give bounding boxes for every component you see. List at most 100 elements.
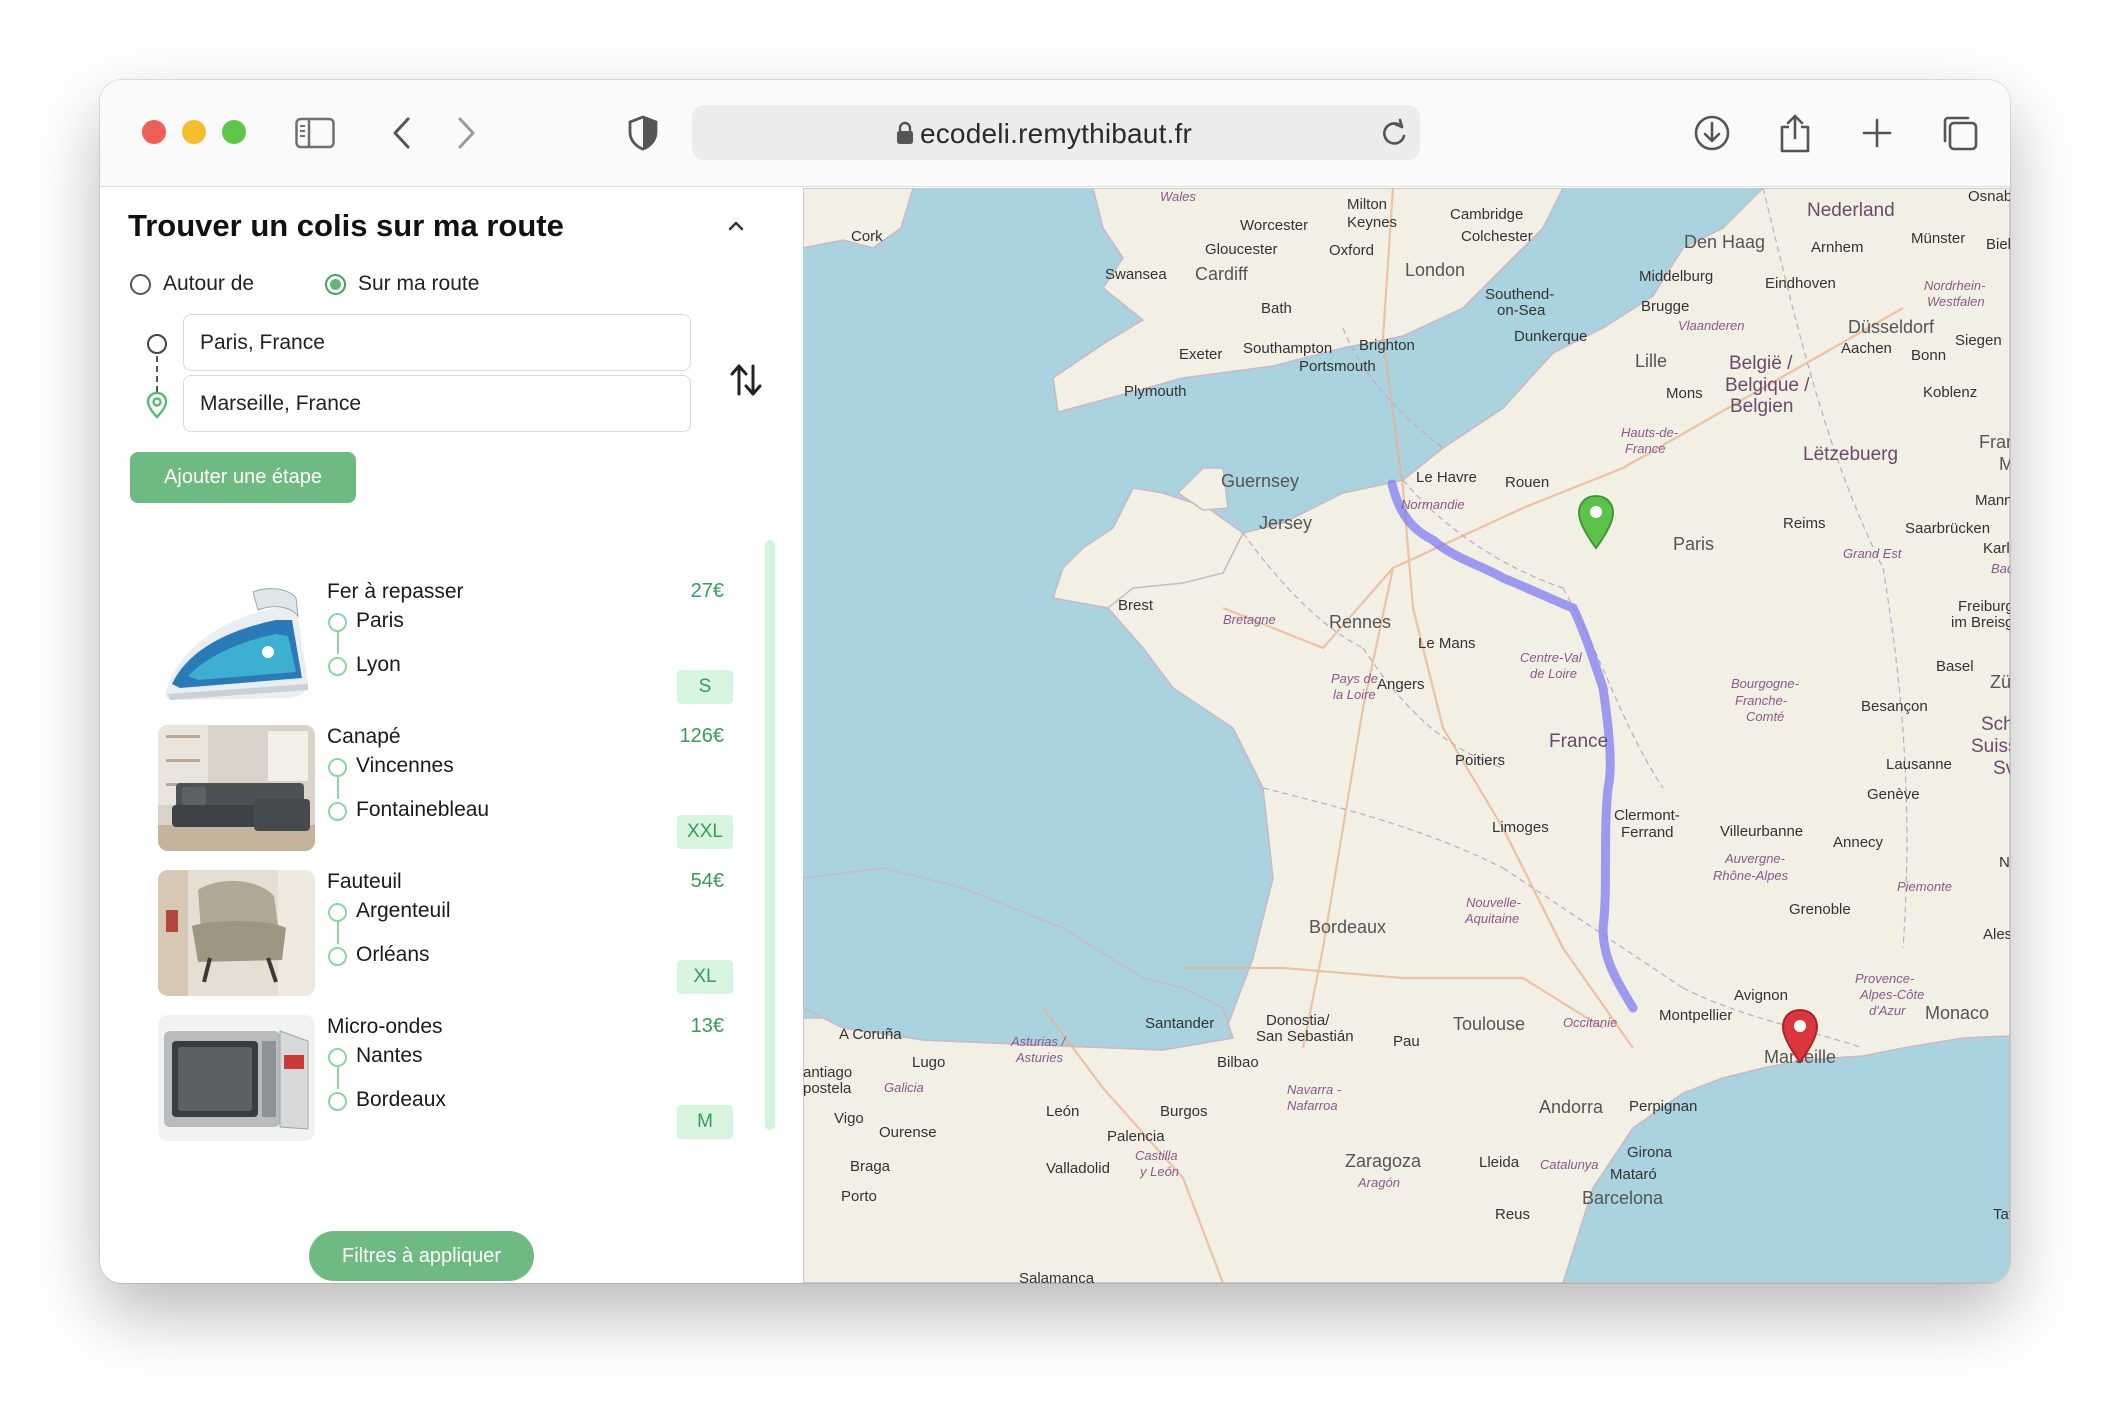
origin-dot-icon: [328, 1048, 347, 1067]
map-label: Rennes: [1329, 612, 1392, 632]
map-label: Belgique /: [1725, 375, 1810, 396]
map-label: Perpignan: [1629, 1098, 1698, 1115]
radio-on-route-button[interactable]: [325, 273, 346, 295]
route-line: [337, 1067, 339, 1089]
map-label: Poitiers: [1455, 752, 1506, 769]
radio-around[interactable]: Autour de: [130, 272, 254, 296]
map-label: Koblenz: [1923, 384, 1978, 401]
parcel-to: Bordeaux: [356, 1088, 446, 1111]
route-map[interactable]: Wales Cork Worcester Milton Keynes Cambr…: [803, 188, 2010, 1283]
map-label: Cambridge: [1450, 206, 1524, 223]
parcel-image-sofa: [158, 725, 315, 851]
route-line: [337, 922, 339, 944]
download-icon[interactable]: [1692, 113, 1732, 153]
map-label: Plymouth: [1124, 383, 1187, 400]
map-label: im Breisgau: [1951, 614, 2010, 631]
radio-on-route[interactable]: Sur ma route: [325, 272, 479, 296]
map-label: Bath: [1261, 300, 1292, 317]
map-label: Pau: [1393, 1033, 1420, 1050]
parcel-size-badge: XXL: [677, 815, 733, 849]
parcel-from: Vincennes: [356, 754, 454, 777]
share-icon[interactable]: [1775, 113, 1815, 153]
chevron-up-icon[interactable]: [724, 214, 748, 238]
parcel-card[interactable]: Fer à repasser Paris Lyon 27€ S: [100, 580, 802, 708]
parcel-title: Fer à repasser: [327, 580, 464, 603]
map-label: Bad: [1991, 561, 2010, 576]
map-label: Salamanca: [1019, 1270, 1095, 1283]
reload-icon[interactable]: [1380, 118, 1408, 153]
tabs-overview-icon[interactable]: [1940, 113, 1980, 153]
map-label: Girona: [1627, 1144, 1673, 1161]
map-label: León: [1046, 1103, 1080, 1120]
map-label: Provence-: [1855, 971, 1915, 986]
parcel-card[interactable]: Micro-ondes Nantes Bordeaux 13€ M: [100, 1015, 802, 1143]
minimize-window-button[interactable]: [182, 120, 206, 144]
route-line: [337, 777, 339, 799]
parcel-card[interactable]: Canapé Vincennes Fontainebleau 126€ XXL: [100, 725, 802, 853]
map-label: y León: [1140, 1164, 1180, 1179]
map-label: Asturias /: [1011, 1034, 1066, 1049]
map-label: Hauts-de-: [1621, 425, 1679, 440]
swap-route-icon[interactable]: [727, 361, 765, 399]
parcel-to: Lyon: [356, 653, 401, 676]
map-label: Limoges: [1492, 819, 1549, 836]
map-label: Worcester: [1240, 217, 1309, 234]
map-label: Tat: [1993, 1206, 2010, 1223]
zoom-window-button[interactable]: [222, 120, 246, 144]
radio-around-button[interactable]: [130, 273, 151, 295]
map-label: Zaragoza: [1345, 1151, 1422, 1171]
apply-filters-button[interactable]: Filtres à appliquer: [309, 1231, 534, 1281]
map-label-paris: Paris: [1673, 534, 1715, 554]
map-label: Lugo: [912, 1054, 946, 1071]
map-label: Biel: [1986, 236, 2010, 253]
add-stop-button[interactable]: Ajouter une étape: [130, 452, 356, 503]
origin-input[interactable]: Paris, France: [183, 314, 691, 371]
map-label: de Loire: [1530, 666, 1577, 681]
map-label: Eindhoven: [1765, 275, 1836, 292]
destination-dot-icon: [328, 802, 347, 821]
sidebar-icon[interactable]: [295, 113, 335, 153]
map-label: Colchester: [1461, 228, 1533, 245]
map-label: Bretagne: [1223, 612, 1276, 627]
map-label: Normandie: [1401, 497, 1465, 512]
map-label: Middelburg: [1639, 268, 1714, 285]
map-label: San Sebastián: [1256, 1028, 1354, 1045]
map-label: Occitanie: [1563, 1015, 1618, 1030]
parcel-from: Argenteuil: [356, 899, 451, 922]
map-label: Den Haag: [1684, 232, 1766, 252]
map-label: Nordrhein-: [1924, 278, 1986, 293]
map-label: Clermont-: [1614, 807, 1680, 824]
map-label: Lëtzebuerg: [1803, 444, 1899, 465]
map-label: Milton: [1347, 196, 1388, 213]
destination-input[interactable]: Marseille, France: [183, 375, 691, 432]
map-label: Gloucester: [1205, 241, 1278, 258]
parcel-card[interactable]: Fauteuil Argenteuil Orléans 54€ XL: [100, 870, 802, 998]
map-label: Besançon: [1861, 698, 1928, 715]
map-label: Zü: [1990, 672, 2010, 692]
map-label: postela: [803, 1080, 852, 1097]
map-label: Catalunya: [1540, 1157, 1599, 1172]
map-label: Arnhem: [1811, 239, 1864, 256]
forward-icon[interactable]: [446, 113, 486, 153]
map-label: Cardiff: [1195, 264, 1248, 284]
map-label: Comté: [1746, 709, 1785, 724]
map-label: Schw: [1981, 714, 2010, 735]
address-bar[interactable]: ecodeli.remythibaut.fr: [692, 105, 1420, 160]
close-window-button[interactable]: [142, 120, 166, 144]
map-label: Montpellier: [1659, 1007, 1733, 1024]
map-label: Svi: [1993, 758, 2010, 779]
map-label: antiago: [803, 1064, 853, 1081]
map-label: France: [1625, 441, 1666, 456]
map-label: Mons: [1666, 385, 1703, 402]
map-label: Franche-: [1735, 693, 1788, 708]
shield-icon[interactable]: [623, 113, 663, 153]
map-label: Exeter: [1179, 346, 1223, 363]
map-label: Le Havre: [1416, 469, 1477, 486]
back-icon[interactable]: [382, 113, 422, 153]
map-label: België /: [1729, 353, 1793, 374]
map-label: Nafarroa: [1287, 1098, 1338, 1113]
new-tab-icon[interactable]: [1857, 113, 1897, 153]
map-label: Monaco: [1925, 1003, 1990, 1023]
map-label: Grenoble: [1789, 901, 1851, 918]
map-label: Keynes: [1347, 214, 1398, 231]
